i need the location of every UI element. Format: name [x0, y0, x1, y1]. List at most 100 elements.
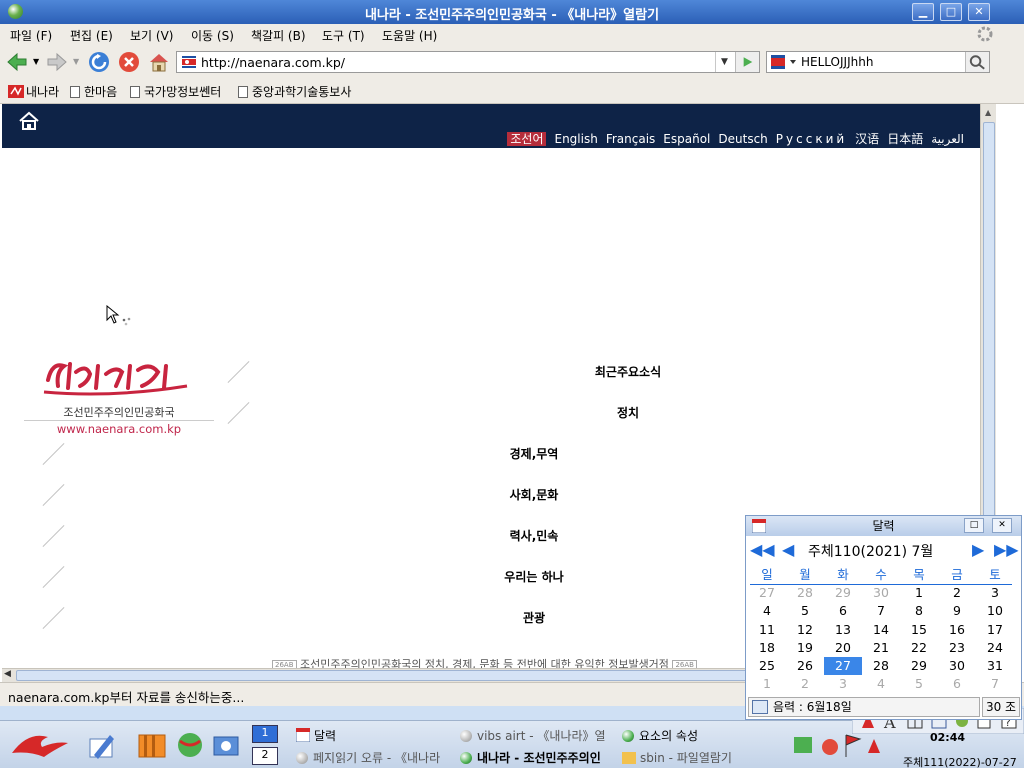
- bookmark-science-news[interactable]: 중앙과학기술통보사: [238, 83, 351, 100]
- forward-arrow-icon[interactable]: [46, 51, 68, 73]
- lang-japanese[interactable]: 日本語: [887, 132, 923, 146]
- clock-time[interactable]: 02:44: [930, 731, 965, 744]
- menu-edit[interactable]: 편집 (E): [70, 27, 113, 44]
- calendar-day[interactable]: 8: [900, 602, 938, 620]
- task-sbin-files[interactable]: sbin - 파일열람기: [622, 749, 732, 766]
- scroll-left-icon[interactable]: ◀: [4, 669, 11, 679]
- calendar-day[interactable]: 27: [824, 656, 862, 675]
- site-home-icon[interactable]: [18, 110, 40, 132]
- calendar-day[interactable]: 24: [976, 639, 1014, 657]
- menu-bookmarks[interactable]: 책갈피 (B): [251, 27, 306, 44]
- nav-latest-news[interactable]: 최근주요소식: [548, 363, 708, 380]
- search-engine-icon[interactable]: [770, 54, 798, 70]
- close-button[interactable]: ✕: [968, 3, 990, 21]
- address-bar[interactable]: http://naenara.com.kp/ ▼: [176, 51, 760, 73]
- calendar-close-button[interactable]: ✕: [992, 518, 1012, 533]
- file-manager-icon[interactable]: [136, 729, 168, 761]
- lang-russian[interactable]: Русский: [776, 132, 847, 146]
- calendar-day[interactable]: 26: [786, 657, 824, 675]
- calendar-day[interactable]: 2: [786, 675, 824, 693]
- task-element-properties[interactable]: 요소의 속성: [622, 727, 698, 744]
- calendar-day[interactable]: 4: [748, 602, 786, 620]
- calendar-day[interactable]: 7: [862, 602, 900, 620]
- lang-french[interactable]: Français: [606, 132, 655, 146]
- calendar-day[interactable]: 20: [824, 639, 862, 657]
- scroll-up-icon[interactable]: ▲: [985, 108, 991, 117]
- workspace-1[interactable]: 1: [252, 725, 278, 743]
- nav-tourism[interactable]: 관광: [454, 609, 614, 626]
- media-player-icon[interactable]: [210, 729, 242, 761]
- menu-help[interactable]: 도움말 (H): [382, 27, 437, 44]
- menu-view[interactable]: 보기 (V): [130, 27, 173, 44]
- bookmark-hanmaum[interactable]: 한마음: [70, 83, 117, 100]
- calendar-day[interactable]: 31: [976, 657, 1014, 675]
- calendar-day[interactable]: 29: [900, 657, 938, 675]
- calendar-day[interactable]: 18: [748, 639, 786, 657]
- stop-icon[interactable]: [118, 51, 140, 73]
- nav-society-culture[interactable]: 사회,문화: [454, 486, 614, 503]
- calendar-day[interactable]: 25: [748, 657, 786, 675]
- calendar-day[interactable]: 30: [938, 657, 976, 675]
- calendar-day[interactable]: 3: [824, 675, 862, 693]
- minimize-button[interactable]: ▁: [912, 3, 934, 21]
- nav-politics[interactable]: 정치: [548, 404, 708, 421]
- forward-dropdown-icon[interactable]: ▼: [73, 57, 79, 66]
- calendar-day[interactable]: 19: [786, 639, 824, 657]
- calendar-day[interactable]: 2: [938, 584, 976, 602]
- calendar-day[interactable]: 15: [900, 621, 938, 639]
- text-editor-icon[interactable]: [86, 729, 118, 761]
- bookmark-national-network[interactable]: 국가망정보쎈터: [130, 83, 221, 100]
- menu-file[interactable]: 파일 (F): [10, 27, 52, 44]
- lang-german[interactable]: Deutsch: [718, 132, 767, 146]
- prev-month-icon[interactable]: ◀: [782, 540, 794, 559]
- calendar-day[interactable]: 5: [786, 602, 824, 620]
- next-month-icon[interactable]: ▶: [972, 540, 984, 559]
- lang-english[interactable]: English: [554, 132, 597, 146]
- home-icon[interactable]: [148, 51, 170, 73]
- calendar-day[interactable]: 3: [976, 584, 1014, 602]
- lang-arabic[interactable]: العربية: [931, 132, 964, 146]
- nav-economy-trade[interactable]: 경제,무역: [454, 445, 614, 462]
- task-vibs[interactable]: vibs airt - 《내나라》열: [460, 727, 606, 744]
- calendar-day[interactable]: 13: [824, 621, 862, 639]
- task-page-error[interactable]: 페지읽기 오류 - 《내나라: [296, 749, 440, 766]
- lang-spanish[interactable]: Español: [663, 132, 710, 146]
- task-naenara-browser[interactable]: 내나라 - 조선민주주의인: [460, 749, 601, 766]
- reload-icon[interactable]: [88, 51, 110, 73]
- calendar-day[interactable]: 21: [862, 639, 900, 657]
- start-menu-icon[interactable]: [8, 727, 72, 763]
- nav-history-folk[interactable]: 력사,민속: [454, 527, 614, 544]
- calendar-day[interactable]: 23: [938, 639, 976, 657]
- task-calendar[interactable]: 달력: [295, 727, 336, 744]
- calendar-day[interactable]: 9: [938, 602, 976, 620]
- calendar-day[interactable]: 14: [862, 621, 900, 639]
- calendar-day[interactable]: 1: [748, 675, 786, 693]
- calendar-day[interactable]: 28: [862, 657, 900, 675]
- calendar-day[interactable]: 11: [748, 621, 786, 639]
- calendar-day[interactable]: 28: [786, 584, 824, 602]
- calendar-day[interactable]: 30: [862, 584, 900, 602]
- next-year-icon[interactable]: ▶▶: [994, 540, 1019, 559]
- calendar-day[interactable]: 5: [900, 675, 938, 693]
- calendar-day[interactable]: 17: [976, 621, 1014, 639]
- go-arrow-icon[interactable]: [735, 52, 759, 72]
- menu-tools[interactable]: 도구 (T): [322, 27, 365, 44]
- search-box[interactable]: HELLOJJJhhh: [766, 51, 990, 73]
- calendar-day[interactable]: 10: [976, 602, 1014, 620]
- lang-chinese[interactable]: 汉语: [855, 132, 879, 146]
- url-text[interactable]: http://naenara.com.kp/: [201, 55, 345, 70]
- calendar-day[interactable]: 22: [900, 639, 938, 657]
- logo-url[interactable]: www.naenara.com.kp: [24, 422, 214, 436]
- naenara-logo[interactable]: [42, 352, 192, 402]
- workspace-2[interactable]: 2: [252, 747, 278, 765]
- search-input-text[interactable]: HELLOJJJhhh: [801, 55, 873, 69]
- calendar-day[interactable]: 6: [824, 602, 862, 620]
- menu-go[interactable]: 이동 (S): [191, 27, 234, 44]
- calendar-maximize-button[interactable]: □: [964, 518, 984, 533]
- maximize-button[interactable]: □: [940, 3, 962, 21]
- browser-globe-icon[interactable]: [174, 729, 206, 761]
- calendar-day[interactable]: 1: [900, 584, 938, 602]
- back-arrow-icon[interactable]: [6, 51, 28, 73]
- window-titlebar[interactable]: 내나라 - 조선민주주의인민공화국 - 《내나라》열람기 ▁ □ ✕: [0, 0, 1024, 24]
- calendar-day[interactable]: 6: [938, 675, 976, 693]
